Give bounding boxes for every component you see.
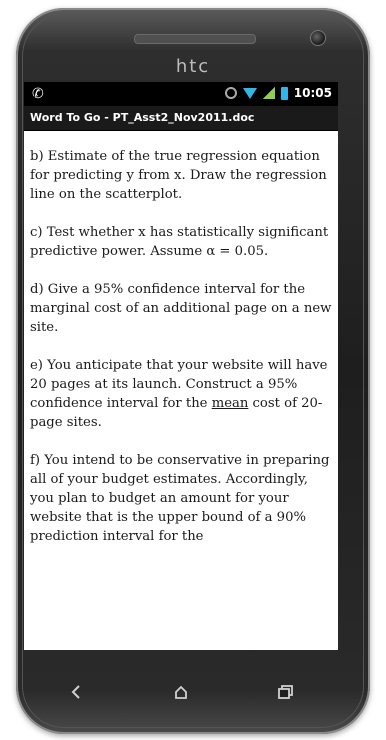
status-clock: 10:05 xyxy=(293,86,332,100)
underlined-mean: mean xyxy=(211,396,249,411)
battery-icon xyxy=(280,86,288,100)
back-icon xyxy=(71,685,81,699)
phone-call-icon: ✆ xyxy=(32,86,44,102)
wifi-icon xyxy=(242,87,257,99)
paragraph-d: d) Give a 95% confidence interval for th… xyxy=(30,282,332,335)
status-bar: ✆ 10:05 xyxy=(24,82,338,106)
navigation-bar xyxy=(24,672,338,712)
back-button[interactable] xyxy=(56,677,96,707)
paragraph-e: e) You anticipate that your website will… xyxy=(30,358,328,430)
screen: ✆ 10:05 Word To Go - PT_Asst2_Nov2011.do… xyxy=(24,82,338,650)
speaker-grille xyxy=(134,34,256,44)
signal-icon xyxy=(262,87,275,99)
paragraph-f: f) You intend to be conservative in prep… xyxy=(30,453,330,544)
paragraph-c: c) Test whether x has statistically sign… xyxy=(30,225,329,259)
sync-icon xyxy=(224,87,237,99)
app-title-bar: Word To Go - PT_Asst2_Nov2011.doc xyxy=(24,106,338,131)
paragraph-b: b) Estimate of the true regression equat… xyxy=(30,149,327,202)
brand-logo: htc xyxy=(175,56,211,77)
home-button[interactable] xyxy=(161,677,201,707)
home-icon xyxy=(175,685,187,699)
document-body[interactable]: b) Estimate of the true regression equat… xyxy=(24,131,338,546)
recents-button[interactable] xyxy=(266,677,306,707)
front-camera xyxy=(310,30,326,46)
recents-icon xyxy=(277,685,293,699)
